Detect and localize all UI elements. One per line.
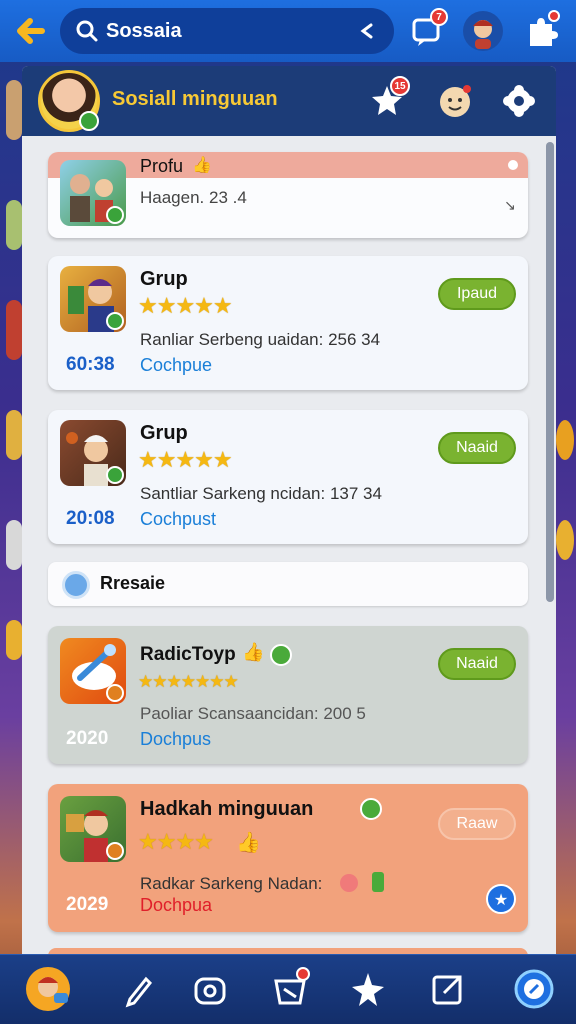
- bg-decoration-left: [6, 80, 22, 140]
- bg-decoration-left: [6, 410, 22, 460]
- rating-stars: ★★★★★: [138, 448, 233, 473]
- bg-decoration-left: [6, 620, 22, 660]
- thumbs-up-icon: 👍: [242, 642, 265, 663]
- bg-decoration-left: [6, 300, 22, 360]
- group-thumbnail: [60, 266, 126, 332]
- search-input[interactable]: Sossaia: [106, 20, 182, 43]
- action-button[interactable]: Naaid: [438, 432, 516, 464]
- expand-icon[interactable]: ↘: [504, 198, 516, 214]
- bottle-icon: [372, 872, 384, 892]
- card-stat-line: Paoliar Scansaancidan: 200 5: [140, 704, 366, 723]
- star-icon[interactable]: 15: [368, 76, 410, 120]
- card-time: 2029: [66, 894, 109, 915]
- group-card[interactable]: Grup ★★★★★ Ipaud Ranliar Serbeng uaidan:…: [48, 256, 528, 390]
- card-title: Hadkah minguuan: [140, 798, 314, 820]
- puzzle-badge: [548, 10, 560, 22]
- thumbs-up-icon: 👍: [192, 155, 212, 174]
- main-panel: Sosiall minguuan 15 Profu 👍 Haagen. 23 .…: [22, 66, 556, 954]
- card-link[interactable]: Cochpue: [140, 355, 212, 376]
- rating-stars: ★★★★★: [138, 294, 233, 319]
- radio-card[interactable]: RadicToyp 👍 ★★★★★★★ Naaid Paoliar Scansa…: [48, 626, 528, 764]
- card-link[interactable]: Cochpust: [140, 509, 216, 530]
- search-bar[interactable]: Sossaia: [60, 8, 394, 54]
- verified-icon: [106, 466, 124, 484]
- nav-avatar-icon[interactable]: [24, 965, 72, 1013]
- profile-thumbnail: [60, 160, 126, 226]
- notifications-icon[interactable]: [268, 967, 312, 1011]
- camera-icon[interactable]: [188, 967, 232, 1011]
- group-thumbnail: [60, 420, 126, 486]
- card-time: 2020: [66, 728, 109, 749]
- star-badge: 15: [390, 76, 410, 96]
- card-title: RadicToyp: [140, 644, 236, 665]
- action-button[interactable]: Ipaud: [438, 278, 516, 310]
- verified-icon: [79, 111, 99, 131]
- emoji-icon[interactable]: [436, 82, 474, 120]
- bg-decoration-right: [556, 420, 574, 460]
- edit-pen-icon[interactable]: [116, 967, 160, 1011]
- notifications-badge: [296, 967, 310, 981]
- settings-gear-icon[interactable]: [500, 82, 538, 120]
- search-icon: [74, 18, 100, 44]
- collapse-icon[interactable]: [356, 20, 378, 42]
- section-label: Rresaie: [100, 573, 166, 593]
- card-title: Profu: [140, 156, 184, 176]
- back-arrow-icon[interactable]: [12, 10, 54, 52]
- group-card[interactable]: Grup ★★★★★ Naaid Santliar Sarkeng ncidan…: [48, 410, 528, 544]
- compass-icon[interactable]: [512, 967, 556, 1011]
- share-icon[interactable]: [426, 967, 470, 1011]
- bottom-nav: [0, 954, 576, 1024]
- panel-header: Sosiall minguuan 15: [22, 66, 556, 136]
- verified-icon: [270, 644, 292, 666]
- scrollbar[interactable]: [546, 142, 554, 602]
- profile-avatar-icon[interactable]: [462, 10, 504, 52]
- card-time: 20:08: [66, 508, 115, 529]
- card-title: Grup: [140, 268, 188, 290]
- verified-icon: [106, 312, 124, 330]
- card-link[interactable]: Dochpus: [140, 729, 211, 750]
- user-avatar[interactable]: [38, 70, 100, 132]
- card-time: 60:38: [66, 354, 115, 375]
- bg-decoration-left: [6, 520, 22, 570]
- chat-icon[interactable]: 7: [406, 8, 448, 52]
- weekly-thumbnail: [60, 796, 126, 862]
- action-button[interactable]: Raaw: [438, 808, 516, 840]
- bg-decoration-right: [556, 520, 574, 560]
- radio-thumbnail: [60, 638, 126, 704]
- bg-decoration-left: [6, 200, 22, 250]
- badge-icon: [106, 842, 124, 860]
- rating-stars: ★★★★: [138, 830, 214, 855]
- card-subtitle: Haagen. 23 .4: [140, 188, 247, 207]
- action-button[interactable]: Naaid: [438, 648, 516, 680]
- checkmark-icon: [62, 571, 90, 599]
- heart-icon: [340, 874, 358, 892]
- weekly-card[interactable]: Hadkah minguuan ★★★★ 👍 Raaw Radkar Sarke…: [48, 784, 528, 932]
- favorite-star-icon[interactable]: ★: [486, 884, 516, 914]
- card-stat-line: Radkar Sarkeng Nadan:: [140, 874, 323, 893]
- card-title: Grup: [140, 422, 188, 444]
- verified-icon: [106, 206, 124, 224]
- badge-icon: [106, 684, 124, 702]
- chat-badge: 7: [430, 8, 448, 26]
- panel-title: Sosiall minguuan: [112, 88, 278, 110]
- card-link[interactable]: Dochpua: [140, 895, 212, 916]
- puzzle-icon[interactable]: [520, 10, 562, 52]
- thumbs-up-icon: 👍: [236, 830, 261, 854]
- card-stat-line: Santliar Sarkeng ncidan: 137 34: [140, 484, 382, 503]
- card-stat-line: Ranliar Serbeng uaidan: 256 34: [140, 330, 381, 349]
- profile-card[interactable]: Profu 👍 Haagen. 23 .4 ↘: [48, 152, 528, 238]
- rating-stars: ★★★★★★★: [138, 672, 239, 692]
- dot-icon: [508, 160, 518, 170]
- explore-star-icon[interactable]: [346, 967, 390, 1011]
- verified-icon: [360, 798, 382, 820]
- top-bar: Sossaia 7: [0, 0, 576, 62]
- section-header: Rresaie: [48, 562, 528, 606]
